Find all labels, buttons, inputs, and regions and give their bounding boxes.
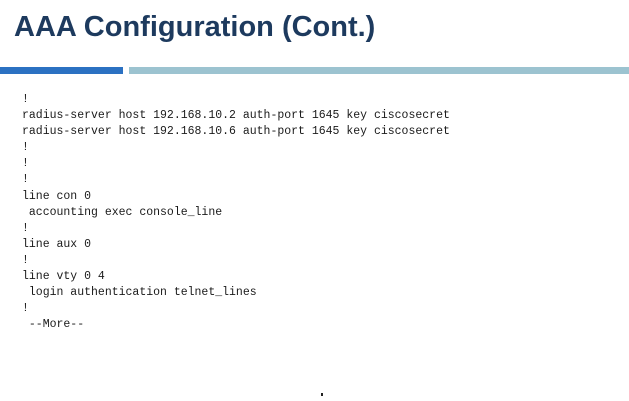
config-line: login authentication telnet_lines <box>22 286 257 300</box>
config-line: line vty 0 4 <box>22 270 105 284</box>
config-line: ! <box>22 302 29 316</box>
config-line: ! <box>22 141 29 155</box>
config-line: line con 0 <box>22 189 92 203</box>
config-line: accounting exec console_line <box>22 205 223 219</box>
cursor-mark <box>321 393 323 396</box>
more-prompt: --More-- <box>22 318 85 332</box>
config-line: ! <box>22 253 29 267</box>
config-output: ! radius-server host 192.168.10.2 auth-p… <box>22 92 450 333</box>
config-line: ! <box>22 93 29 106</box>
config-line: radius-server host 192.168.10.2 auth-por… <box>22 109 450 123</box>
config-line: ! <box>22 157 29 171</box>
title-rule-secondary <box>129 67 629 74</box>
config-line: line aux 0 <box>22 237 92 251</box>
config-line: ! <box>22 221 29 235</box>
title-rule-accent <box>0 67 123 74</box>
slide-title: AAA Configuration (Cont.) <box>14 11 376 43</box>
config-line: ! <box>22 173 29 187</box>
config-line: radius-server host 192.168.10.6 auth-por… <box>22 125 450 139</box>
